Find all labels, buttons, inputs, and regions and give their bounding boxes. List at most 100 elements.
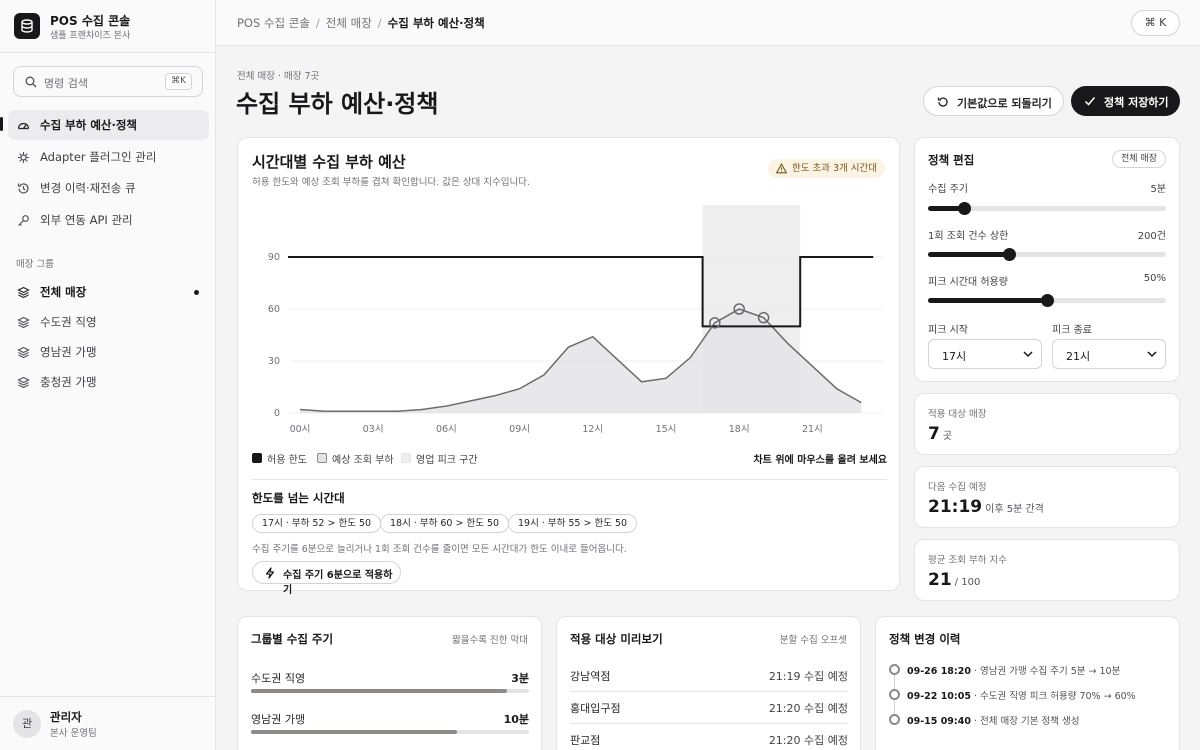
store-group-chungcheong[interactable]: 충청권 가맹 xyxy=(8,367,209,397)
history-item[interactable]: 09-22 10:05 · 수도권 직영 피크 허용량 70% → 60% xyxy=(889,687,1169,705)
stat-label: 다음 수집 예정 xyxy=(928,482,987,493)
user-name: 관리자 xyxy=(50,710,82,724)
history-icon xyxy=(17,183,29,194)
stat-label: 적용 대상 매장 xyxy=(928,409,987,420)
history-text: 09-15 09:40 · 전체 매장 기본 정책 생성 xyxy=(907,713,1079,727)
nav-item-external-api[interactable]: 외부 연동 API 관리 xyxy=(8,205,209,235)
stat-number: 21 xyxy=(928,570,952,590)
warning-icon xyxy=(775,163,787,174)
over-limit-chip[interactable]: 19시 · 부하 55 > 한도 50 xyxy=(508,514,638,533)
peak-end-label: 피크 종료 xyxy=(1052,325,1092,336)
history-item[interactable]: 09-26 18:20 · 영남권 가맹 수집 주기 5분 → 10분 xyxy=(889,662,1169,680)
legend-swatch xyxy=(401,453,411,463)
timeline-dot xyxy=(889,664,900,675)
layers-icon xyxy=(17,316,30,329)
slider-thumb[interactable] xyxy=(1041,294,1054,307)
target-stores-card: 적용 대상 매장 7곳 xyxy=(914,393,1180,455)
x-tick-label: 15시 xyxy=(656,424,677,435)
key-icon xyxy=(18,215,29,226)
store-group-all[interactable]: 전체 매장 xyxy=(8,277,209,307)
save-label: 정책 저장하기 xyxy=(1104,96,1169,109)
scope-badge[interactable]: 전체 매장 xyxy=(1112,150,1166,168)
breadcrumb-item[interactable]: 전체 매장 xyxy=(326,16,372,30)
slider-label: 피크 시간대 허용량 xyxy=(928,277,1008,288)
brand[interactable]: POS 수집 콘솔 샘플 프랜차이즈 본사 xyxy=(14,12,214,44)
over-limit-heading: 한도를 넘는 시간대 xyxy=(252,491,345,505)
check-icon xyxy=(1084,97,1096,106)
breadcrumb-item[interactable]: POS 수집 콘솔 xyxy=(237,16,310,30)
x-tick-label: 12시 xyxy=(582,424,603,435)
peak-end-select[interactable]: 21시 xyxy=(1052,339,1166,369)
group-name: 수도권 직영 xyxy=(251,672,306,685)
load-chart[interactable]: 0 30 60 90 00시 03시 06시 09시 12시 15시 18시 21시 xyxy=(238,198,899,443)
legend-label: 예상 조회 부하 xyxy=(332,455,394,466)
over-limit-chip[interactable]: 18시 · 부하 60 > 한도 50 xyxy=(380,514,510,533)
slider-thumb[interactable] xyxy=(957,202,971,215)
slider-value: 200건 xyxy=(1137,231,1166,242)
history-text: 09-22 10:05 · 수도권 직영 피크 허용량 70% → 60% xyxy=(907,688,1136,702)
nav-item-load-budget[interactable]: 수집 부하 예산·정책 xyxy=(8,110,209,140)
layers-icon xyxy=(17,376,30,389)
legend-label: 허용 한도 xyxy=(267,455,307,466)
store-group-heading: 매장 그룹 xyxy=(16,259,54,270)
stat-label: 평균 조회 부하 지수 xyxy=(928,555,1007,566)
brand-subtitle: 샘플 프랜차이즈 본사 xyxy=(50,31,131,41)
user-role: 본사 운영팀 xyxy=(50,728,97,739)
group-row[interactable]: 수도권 직영 3분 xyxy=(251,670,529,700)
layers-icon xyxy=(17,346,30,359)
nav-label: 변경 이력·재전송 큐 xyxy=(40,181,136,195)
slider-thumb[interactable] xyxy=(1002,248,1016,261)
nav-label: Adapter 플러그인 관리 xyxy=(40,150,157,164)
nav-item-change-history[interactable]: 변경 이력·재전송 큐 xyxy=(8,173,209,203)
slider-value: 50% xyxy=(1143,273,1166,284)
slider-label: 수집 주기 xyxy=(928,184,968,195)
interval-bar xyxy=(251,730,529,734)
chart-title: 시간대별 수집 부하 예산 xyxy=(252,153,406,171)
command-search[interactable]: 명령 검색 ⌘K xyxy=(13,66,203,97)
preview-row[interactable]: 강남역점 21:19 수집 예정 xyxy=(570,660,848,692)
history-time: 09-22 10:05 xyxy=(907,691,971,702)
group-row[interactable]: 영남권 가맹 10분 xyxy=(251,711,529,741)
stat-unit: / 100 xyxy=(954,577,981,588)
preview-card: 적용 대상 미리보기 분할 수집 오프셋 강남역점 21:19 수집 예정 홍대… xyxy=(556,616,861,750)
over-limit-chip[interactable]: 17시 · 부하 52 > 한도 50 xyxy=(252,514,382,533)
history-item[interactable]: 09-15 09:40 · 전체 매장 기본 정책 생성 xyxy=(889,712,1169,730)
store-name: 홍대입구점 xyxy=(570,702,621,715)
interval-slider[interactable] xyxy=(928,200,1166,216)
database-icon xyxy=(14,13,40,39)
preview-row[interactable]: 홍대입구점 21:20 수집 예정 xyxy=(570,692,848,724)
chevron-down-icon xyxy=(1023,351,1033,358)
group-intervals-card: 그룹별 수집 주기 짧을수록 진한 막대 수도권 직영 3분 영남권 가맹 10… xyxy=(237,616,542,750)
save-policy-button[interactable]: 정책 저장하기 xyxy=(1071,86,1180,116)
stat-value: 21/ 100 xyxy=(928,570,980,590)
reset-defaults-button[interactable]: 기본값으로 되돌리기 xyxy=(923,86,1064,116)
apply-interval-button[interactable]: 수집 주기 6분으로 적용하기 xyxy=(252,561,401,596)
preview-row[interactable]: 판교점 21:20 수집 예정 xyxy=(570,724,848,750)
policy-title: 정책 편집 xyxy=(928,153,975,167)
x-tick-label: 00시 xyxy=(290,424,311,435)
policy-editor-card: 정책 편집 전체 매장 수집 주기 5분 1회 조회 건수 상한 200건 피크… xyxy=(914,137,1180,382)
peak-start-select[interactable]: 17시 xyxy=(928,339,1042,369)
chart-legend: 허용 한도 예상 조회 부하 영업 피크 구간 차트 위에 마우스를 올려 보세… xyxy=(252,450,887,466)
undo-icon xyxy=(937,97,948,107)
store-name: 강남역점 xyxy=(570,670,611,683)
legend-swatch xyxy=(317,453,327,463)
command-palette-button[interactable]: ⌘ K xyxy=(1131,10,1180,36)
batch-size-slider[interactable] xyxy=(928,246,1166,262)
peak-start-label: 피크 시작 xyxy=(928,325,968,336)
sidebar: POS 수집 콘솔 샘플 프랜차이즈 본사 명령 검색 ⌘K 수집 부하 예산·… xyxy=(0,0,216,750)
nav-item-adapter-plugins[interactable]: Adapter 플러그인 관리 xyxy=(8,142,209,172)
store-group-capital-direct[interactable]: 수도권 직영 xyxy=(8,307,209,337)
avatar[interactable]: 관 xyxy=(13,710,41,738)
shortcut-badge: ⌘K xyxy=(165,73,192,90)
history-text: 09-26 18:20 · 영남권 가맹 수집 주기 5분 → 10분 xyxy=(907,663,1120,677)
interval-bar-fill xyxy=(251,689,507,693)
store-group-yeongnam[interactable]: 영남권 가맹 xyxy=(8,337,209,367)
store-group-label: 전체 매장 xyxy=(40,285,87,299)
search-placeholder: 명령 검색 xyxy=(44,77,88,90)
divider xyxy=(252,479,887,480)
gauge-icon xyxy=(17,122,30,130)
store-group-label: 수도권 직영 xyxy=(40,315,97,329)
peak-allowance-slider[interactable] xyxy=(928,292,1166,308)
stat-number: 7 xyxy=(928,424,940,444)
